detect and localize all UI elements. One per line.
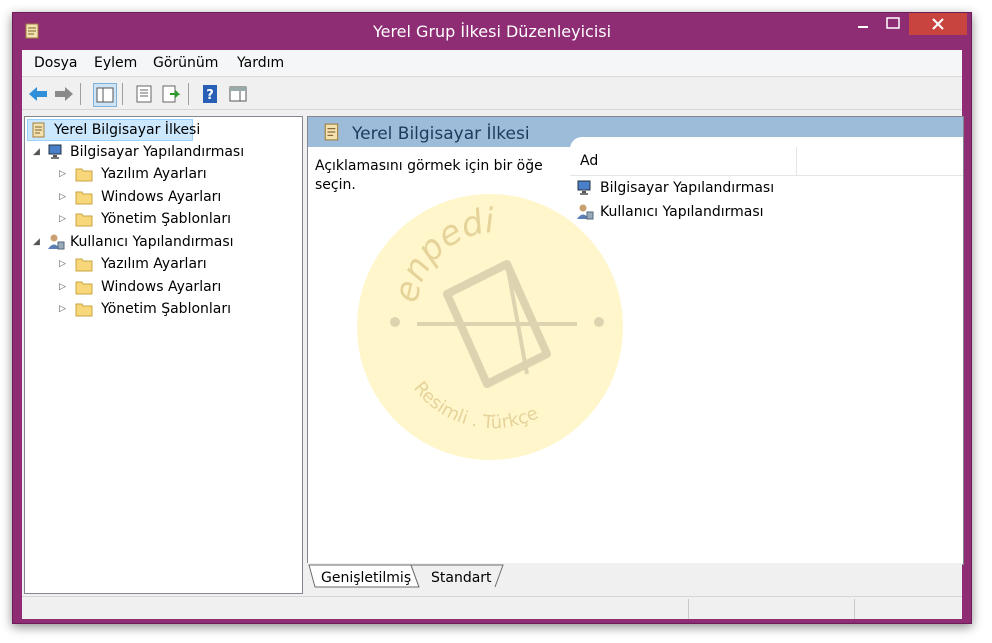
expand-arrow-icon[interactable]: ▷ — [59, 282, 69, 292]
description-text: Açıklamasını görmek için bir öğe seçin. — [315, 158, 543, 193]
filter-view-icon[interactable] — [227, 83, 249, 105]
collapse-arrow-icon[interactable]: ◢ — [33, 147, 43, 157]
status-divider — [688, 599, 689, 619]
expand-arrow-icon[interactable]: ▷ — [59, 169, 69, 179]
toolbar-separator — [188, 83, 189, 105]
minimize-icon — [858, 26, 868, 28]
close-button[interactable] — [909, 13, 967, 35]
tree-item-windows-settings[interactable]: ▷ Windows Ayarları — [55, 277, 295, 297]
expand-arrow-icon[interactable]: ▷ — [59, 214, 69, 224]
maximize-button[interactable] — [879, 13, 907, 35]
menu-bar: Dosya Eylem Görünüm Yardım — [22, 50, 962, 77]
window-title: Yerel Grup İlkesi Düzenleyicisi — [372, 22, 612, 41]
properties-icon[interactable] — [133, 83, 155, 105]
view-tabs: Genişletilmiş Standart — [307, 563, 962, 593]
help-icon[interactable]: ? — [199, 83, 221, 105]
computer-icon — [48, 144, 62, 159]
tree-item-admin-templates[interactable]: ▷ Yönetim Şablonları — [55, 299, 295, 319]
tree-label: Yazılım Ayarları — [101, 256, 207, 272]
menu-gorunum[interactable]: Görünüm — [153, 55, 218, 71]
list-item-label: Bilgisayar Yapılandırması — [600, 180, 775, 196]
tab-extended[interactable]: Genişletilmiş — [321, 570, 411, 592]
list-item-label: Kullanıcı Yapılandırması — [600, 204, 764, 220]
expand-arrow-icon[interactable]: ▷ — [59, 259, 69, 269]
column-divider[interactable] — [796, 147, 797, 175]
policy-scroll-icon — [32, 122, 45, 138]
tree-item-computer-config[interactable]: ◢ Bilgisayar Yapılandırması — [33, 142, 293, 162]
folder-icon — [75, 281, 93, 295]
title-bar[interactable]: Yerel Grup İlkesi Düzenleyicisi — [13, 13, 971, 50]
watermark-logo: enpedi Resimli . Türkçe — [357, 194, 623, 460]
watermark-brand: enpedi — [386, 201, 496, 306]
tree-label: Windows Ayarları — [101, 279, 222, 295]
watermark-emblem: enpedi Resimli . Türkçe — [386, 201, 604, 434]
folder-icon — [75, 191, 93, 205]
item-list: Ad Bilgisayar Yapılandırması Kullanıcı Y… — [570, 137, 963, 564]
collapse-arrow-icon[interactable]: ◢ — [33, 237, 43, 247]
column-header-label: Ad — [580, 153, 599, 169]
menu-yardim[interactable]: Yardım — [237, 55, 284, 71]
watermark-tagline: Resimli . Türkçe — [409, 378, 541, 434]
svg-text:Resimli . Türkçe: Resimli . Türkçe — [409, 378, 541, 434]
maximize-icon — [886, 17, 900, 29]
svg-text:enpedi: enpedi — [386, 201, 496, 306]
folder-icon — [75, 258, 93, 272]
tree-label: Yönetim Şablonları — [101, 211, 232, 227]
tree-item-admin-templates[interactable]: ▷ Yönetim Şablonları — [55, 209, 295, 229]
status-bar — [22, 596, 962, 619]
svg-text:?: ? — [206, 88, 214, 103]
user-icon — [48, 234, 65, 250]
folder-icon — [75, 168, 93, 182]
minimize-button[interactable] — [849, 13, 877, 35]
toolbar-separator — [80, 83, 81, 105]
tree-label: Yazılım Ayarları — [101, 166, 207, 182]
tree-root-item[interactable]: Yerel Bilgisayar İlkesi — [27, 119, 200, 141]
tree-label: Kullanıcı Yapılandırması — [70, 234, 234, 250]
tree-root-label: Yerel Bilgisayar İlkesi — [54, 122, 201, 138]
tab-standard[interactable]: Standart — [431, 570, 492, 592]
toolbar-separator — [122, 83, 123, 105]
tree-label: Windows Ayarları — [101, 189, 222, 205]
expand-arrow-icon[interactable]: ▷ — [59, 192, 69, 202]
tree-item-software-settings[interactable]: ▷ Yazılım Ayarları — [55, 254, 295, 274]
tree-item-user-config[interactable]: ◢ Kullanıcı Yapılandırması — [33, 232, 293, 252]
folder-icon — [75, 303, 93, 317]
status-divider — [854, 599, 855, 619]
expand-arrow-icon[interactable]: ▷ — [59, 304, 69, 314]
tree-item-software-settings[interactable]: ▷ Yazılım Ayarları — [55, 164, 295, 184]
menu-eylem[interactable]: Eylem — [94, 55, 137, 71]
column-header-ad[interactable]: Ad — [570, 147, 963, 176]
details-header-title: Yerel Bilgisayar İlkesi — [352, 124, 530, 144]
export-list-icon[interactable] — [160, 83, 182, 105]
menu-dosya[interactable]: Dosya — [34, 55, 78, 71]
close-icon — [932, 18, 944, 30]
policy-scroll-icon — [324, 123, 339, 141]
back-arrow-icon[interactable] — [27, 83, 49, 105]
tree-label: Bilgisayar Yapılandırması — [70, 144, 245, 160]
console-tree: Yerel Bilgisayar İlkesi ◢ Bilgisayar Yap… — [24, 116, 303, 594]
show-hide-tree-icon[interactable] — [93, 83, 117, 107]
tree-item-windows-settings[interactable]: ▷ Windows Ayarları — [55, 187, 295, 207]
tree-label: Yönetim Şablonları — [101, 301, 232, 317]
forward-arrow-icon[interactable] — [53, 83, 75, 105]
folder-icon — [75, 213, 93, 227]
toolbar: ? — [22, 77, 962, 110]
